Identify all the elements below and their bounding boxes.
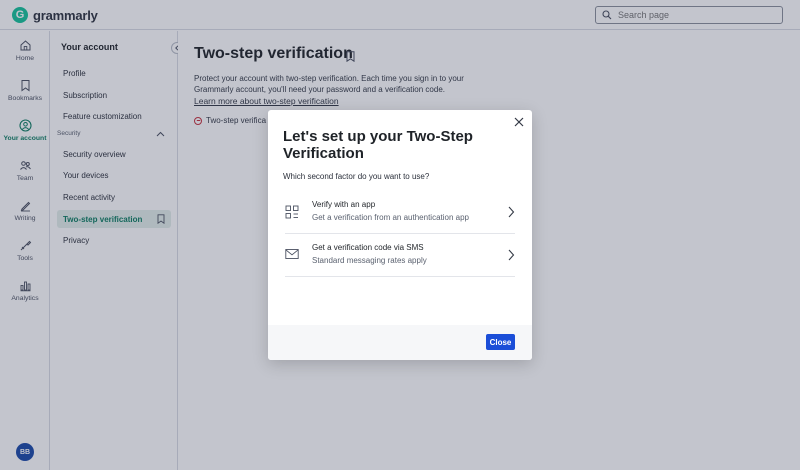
close-button[interactable]: Close [486, 334, 515, 350]
dialog-title: Let's set up your Two-Step Verification [283, 128, 473, 162]
option-title: Verify with an app [312, 200, 376, 209]
qr-code-icon [285, 205, 299, 219]
chevron-right-icon [508, 206, 515, 218]
envelope-icon [285, 249, 299, 259]
option-title: Get a verification code via SMS [312, 243, 424, 252]
dialog-subtitle: Which second factor do you want to use? [283, 172, 430, 181]
option-verify-with-app[interactable]: Verify with an app Get a verification fr… [285, 192, 515, 234]
close-icon[interactable] [513, 116, 525, 128]
chevron-right-icon [508, 249, 515, 261]
two-step-setup-dialog: Let's set up your Two-Step Verification … [268, 110, 532, 360]
option-description: Standard messaging rates apply [312, 256, 427, 265]
dialog-footer: Close [268, 325, 532, 360]
option-sms-code[interactable]: Get a verification code via SMS Standard… [285, 235, 515, 277]
option-description: Get a verification from an authenticatio… [312, 213, 469, 222]
